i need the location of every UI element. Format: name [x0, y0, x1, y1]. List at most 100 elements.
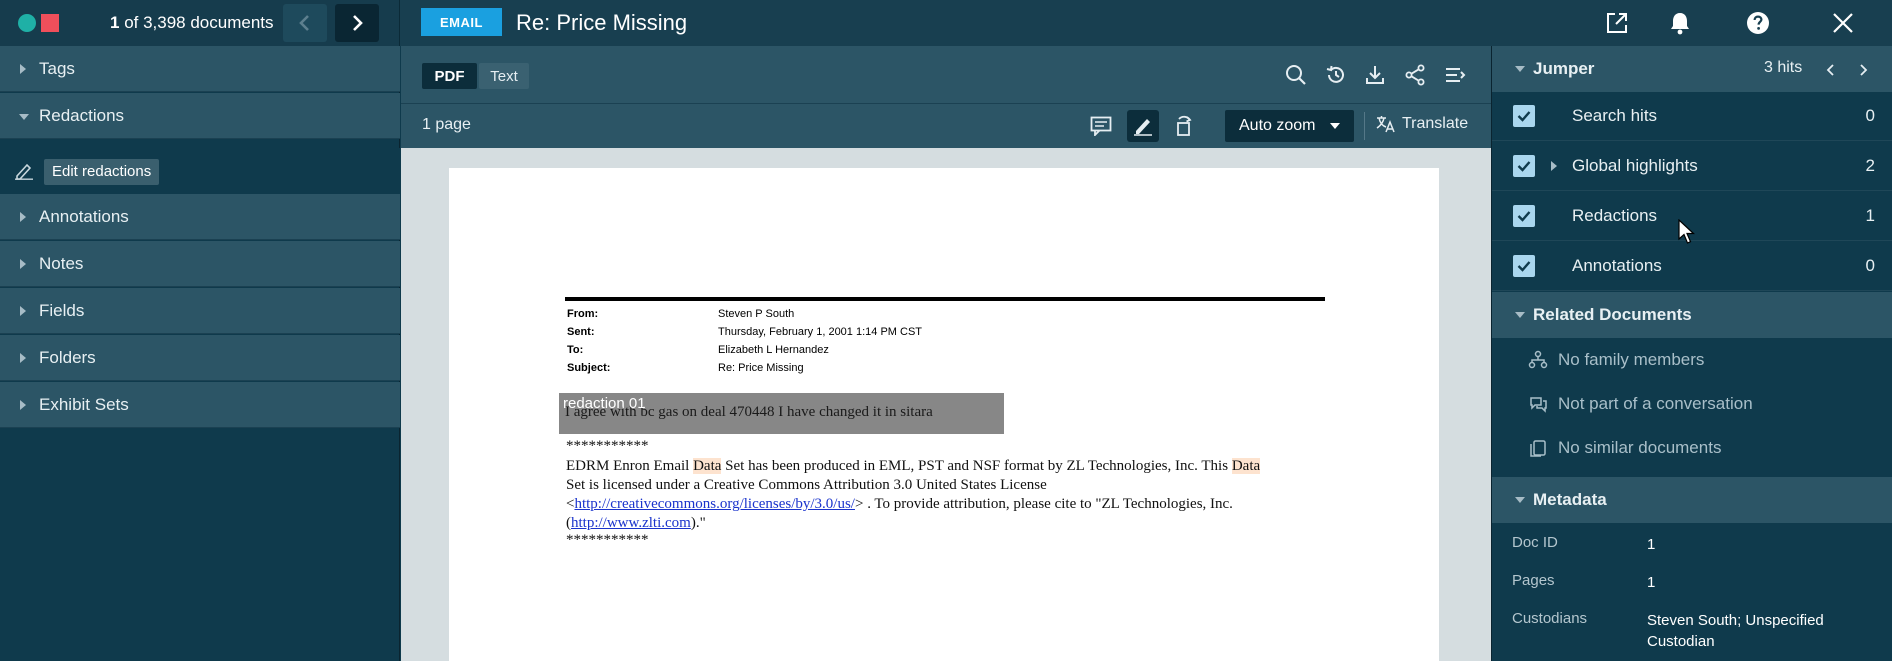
related-row-label: No family members: [1558, 350, 1705, 369]
caret-right-icon: [20, 306, 26, 316]
sidebar-item-exhibit-sets[interactable]: Exhibit Sets: [0, 382, 400, 428]
chevron-left-icon[interactable]: [1826, 63, 1836, 77]
download-button[interactable]: [1362, 62, 1388, 88]
header-rule: [565, 297, 1325, 301]
sidebar-item-label: Fields: [39, 301, 85, 320]
jumper-row-annotations[interactable]: Annotations 0: [1492, 242, 1892, 291]
sidebar-item-folders[interactable]: Folders: [0, 335, 400, 381]
mouse-cursor-icon: [1678, 219, 1696, 244]
chevron-right-icon: [353, 15, 363, 31]
history-button[interactable]: [1323, 62, 1349, 88]
right-panel: Jumper 3 hits Search hits 0 Global highl…: [1491, 46, 1892, 661]
zoom-select-value: Auto zoom: [1239, 117, 1316, 134]
sidebar-item-label: Exhibit Sets: [39, 395, 129, 414]
separator-stars: ***********: [566, 438, 649, 454]
related-documents-title: Related Documents: [1533, 305, 1692, 324]
top-bar: 1 of 3,398 documents EMAIL Re: Price Mis…: [0, 0, 1892, 46]
family-tree-icon: [1528, 350, 1548, 369]
sidebar-item-label: Folders: [39, 348, 96, 367]
jumper-header[interactable]: Jumper 3 hits: [1492, 46, 1892, 92]
metadata-value: 1: [1647, 536, 1656, 553]
metadata-value: 1: [1647, 574, 1656, 591]
help-icon: [1747, 12, 1769, 34]
caret-right-icon: [20, 259, 26, 269]
license-link[interactable]: http://creativecommons.org/licenses/by/3…: [574, 496, 855, 512]
close-button[interactable]: [1830, 10, 1856, 36]
sidebar-item-notes[interactable]: Notes: [0, 241, 400, 287]
conversation-icon: [1530, 397, 1547, 413]
document-navigator: 1 of 3,398 documents: [0, 0, 400, 46]
previous-document-button[interactable]: [283, 4, 327, 42]
chevron-right-icon[interactable]: [1858, 63, 1868, 77]
header-subject-value: Re: Price Missing: [718, 362, 804, 374]
body-line-2: Set is licensed under a Creative Commons…: [566, 477, 1047, 493]
chevron-down-icon: [1330, 123, 1340, 129]
body-line-3: <http://creativecommons.org/licenses/by/…: [566, 496, 1233, 512]
document-counter: 1 of 3,398 documents: [110, 13, 274, 32]
caret-right-icon: [20, 212, 26, 222]
translate-button[interactable]: Translate: [1376, 115, 1468, 133]
more-options-button[interactable]: [1442, 62, 1468, 88]
left-sidebar: Tags Redactions Edit redactions Annotati…: [0, 46, 400, 661]
header-to-key: To:: [567, 344, 584, 356]
zlti-link[interactable]: http://www.zlti.com: [571, 515, 691, 531]
caret-down-icon: [1515, 66, 1525, 72]
jumper-row-count: 0: [1865, 106, 1875, 125]
caret-right-icon[interactable]: [1551, 161, 1557, 171]
redaction-box[interactable]: I agree with bc gas on deal 470448 I hav…: [559, 393, 1004, 434]
translate-label: Translate: [1402, 115, 1469, 132]
tab-text[interactable]: Text: [479, 63, 529, 89]
chevron-left-icon: [299, 15, 309, 31]
checkbox[interactable]: [1513, 255, 1535, 277]
edit-redactions-button[interactable]: Edit redactions: [44, 159, 160, 185]
comment-button[interactable]: [1085, 110, 1117, 142]
checkmark-icon: [1517, 211, 1531, 222]
sidebar-item-annotations[interactable]: Annotations: [0, 194, 400, 240]
redaction-label: redaction 01: [563, 395, 646, 412]
document-viewer[interactable]: From: Steven P South Sent: Thursday, Feb…: [401, 148, 1491, 661]
notifications-button[interactable]: [1667, 10, 1693, 36]
related-row-conversation: Not part of a conversation: [1492, 382, 1892, 426]
redaction-tool-button[interactable]: [1127, 110, 1159, 142]
sidebar-item-label: Annotations: [39, 207, 129, 226]
metadata-key: Pages: [1512, 572, 1555, 589]
jumper-row-search-hits[interactable]: Search hits 0: [1492, 92, 1892, 141]
related-documents-header[interactable]: Related Documents: [1492, 292, 1892, 338]
page-toolbar: 1 page Auto zoom Translate: [401, 104, 1491, 148]
metadata-key: Doc ID: [1512, 534, 1558, 551]
list-arrow-icon: [1446, 68, 1466, 82]
open-external-icon: [1607, 13, 1627, 33]
body-line-1: EDRM Enron Email Data Set has been produ…: [566, 458, 1261, 474]
header-sent-value: Thursday, February 1, 2001 1:14 PM CST: [718, 326, 922, 338]
share-button[interactable]: [1402, 62, 1428, 88]
download-icon: [1366, 66, 1384, 84]
tab-pdf[interactable]: PDF: [422, 63, 477, 89]
checkmark-icon: [1517, 111, 1531, 122]
comment-icon: [1090, 116, 1112, 136]
jumper-hits: 3 hits: [1764, 59, 1803, 76]
sidebar-item-redactions[interactable]: Redactions: [0, 93, 400, 139]
sidebar-item-label: Redactions: [39, 106, 125, 125]
metadata-title: Metadata: [1533, 490, 1607, 509]
page-count: 1 page: [422, 116, 471, 133]
open-external-button[interactable]: [1604, 10, 1630, 36]
status-square-icon: [41, 14, 59, 32]
sidebar-item-tags[interactable]: Tags: [0, 46, 400, 92]
checkbox[interactable]: [1513, 205, 1535, 227]
sidebar-item-label: Notes: [39, 254, 84, 273]
jumper-row-global-highlights[interactable]: Global highlights 2: [1492, 142, 1892, 191]
help-button[interactable]: [1745, 10, 1771, 36]
jumper-row-count: 2: [1865, 156, 1875, 175]
search-button[interactable]: [1283, 62, 1309, 88]
document-type-badge: EMAIL: [421, 8, 502, 36]
checkbox[interactable]: [1513, 155, 1535, 177]
sidebar-item-fields[interactable]: Fields: [0, 288, 400, 334]
caret-right-icon: [20, 400, 26, 410]
zoom-select[interactable]: Auto zoom: [1225, 110, 1354, 142]
metadata-header[interactable]: Metadata: [1492, 477, 1892, 523]
rotate-button[interactable]: [1168, 110, 1200, 142]
next-document-button[interactable]: [335, 4, 379, 42]
edit-redactions-row[interactable]: Edit redactions: [0, 148, 400, 194]
close-icon: [1833, 13, 1853, 33]
checkbox[interactable]: [1513, 105, 1535, 127]
